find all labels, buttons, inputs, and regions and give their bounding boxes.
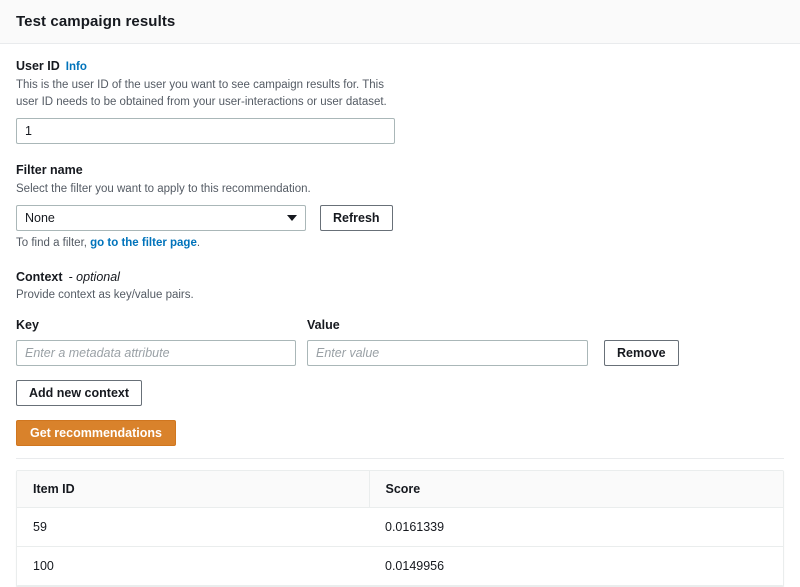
cell-item-id: 100	[17, 546, 369, 587]
user-id-input[interactable]	[16, 118, 395, 145]
panel-body: User ID Info This is the user ID of the …	[0, 44, 800, 587]
results-table-card: Item ID Score 59 0.0161339 100 0.0149956	[16, 470, 784, 587]
refresh-button[interactable]: Refresh	[320, 205, 393, 232]
filter-select-row: None Refresh	[16, 205, 784, 232]
context-value-column-label: Value	[307, 318, 340, 333]
filter-name-label: Filter name	[16, 163, 83, 178]
filter-hint-prefix: To find a filter,	[16, 237, 91, 250]
context-optional-tag: - optional	[68, 270, 120, 285]
context-row: Remove	[16, 340, 784, 367]
cell-score: 0.0149956	[369, 546, 783, 587]
page-title: Test campaign results	[16, 13, 176, 30]
section-divider	[16, 458, 784, 460]
filter-name-description: Select the filter you want to apply to t…	[16, 182, 311, 195]
user-id-field-group: User ID Info This is the user ID of the …	[16, 58, 784, 145]
results-table-header-row: Item ID Score	[17, 471, 783, 509]
results-table: Item ID Score 59 0.0161339 100 0.0149956	[17, 471, 783, 587]
context-value-column-header-cell: Value	[307, 316, 592, 334]
context-key-input[interactable]	[16, 340, 296, 367]
get-recommendations-button[interactable]: Get recommendations	[16, 420, 176, 447]
filter-page-link[interactable]: go to the filter page	[90, 237, 197, 249]
panel-header: Test campaign results	[0, 0, 800, 44]
results-table-body: 59 0.0161339 100 0.0149956	[17, 507, 783, 587]
column-header-score: Score	[368, 471, 783, 509]
filter-hint: To find a filter, go to the filter page.	[16, 237, 784, 249]
context-column-headers: Key Value	[16, 316, 784, 334]
results-table-head: Item ID Score	[17, 471, 783, 509]
context-label: Context	[16, 270, 63, 285]
user-id-description: This is the user ID of the user you want…	[16, 78, 387, 108]
context-key-column-header-cell: Key	[16, 316, 307, 334]
context-key-column-label: Key	[16, 318, 39, 333]
remove-context-button[interactable]: Remove	[604, 340, 679, 367]
add-new-context-button[interactable]: Add new context	[16, 380, 143, 407]
context-description: Provide context as key/value pairs.	[16, 289, 194, 302]
filter-name-select[interactable]: None	[16, 205, 306, 232]
add-context-row: Add new context	[16, 380, 784, 407]
table-row: 100 0.0149956	[17, 546, 783, 587]
filter-name-selected-value: None	[25, 211, 55, 226]
column-header-item-id: Item ID	[17, 471, 369, 509]
user-id-label-row: User ID Info	[16, 58, 784, 75]
user-id-info-link[interactable]: Info	[66, 60, 87, 75]
chevron-down-icon	[287, 215, 297, 222]
context-value-input[interactable]	[307, 340, 588, 367]
context-label-row: Context - optional	[16, 269, 784, 285]
cell-item-id: 59	[17, 507, 369, 548]
filter-hint-suffix: .	[196, 237, 201, 250]
table-row: 59 0.0161339	[17, 507, 783, 548]
cell-score: 0.0161339	[369, 507, 783, 548]
user-id-label: User ID	[16, 59, 60, 73]
filter-name-label-row: Filter name	[16, 162, 784, 178]
context-field-group: Context - optional Provide context as ke…	[16, 269, 784, 407]
filter-name-field-group: Filter name Select the filter you want t…	[16, 162, 784, 249]
